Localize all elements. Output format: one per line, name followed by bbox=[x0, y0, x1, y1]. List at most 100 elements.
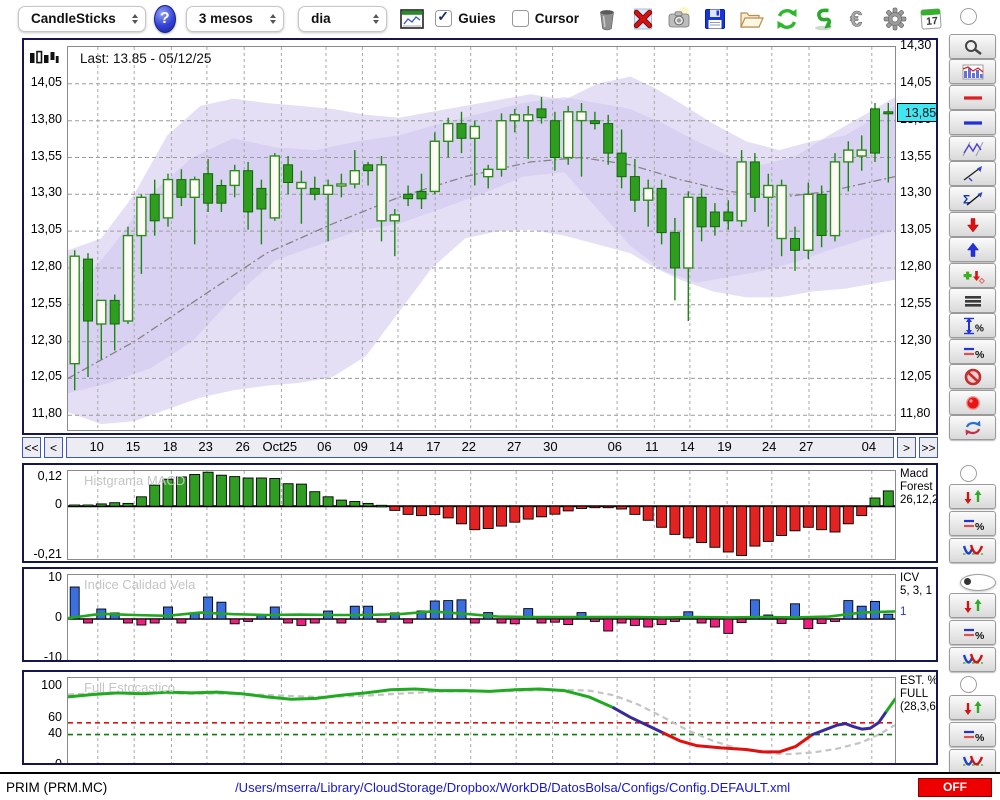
guies-checkbox[interactable]: Guies bbox=[435, 8, 496, 27]
svg-text:17: 17 bbox=[926, 15, 939, 28]
vertical-range-percent-button[interactable]: % bbox=[949, 313, 996, 338]
stochastic-settings-label: EST. % FULL (28,3,6) bbox=[900, 675, 938, 713]
candlestick-logo-icon bbox=[29, 49, 59, 72]
histogram-bar bbox=[789, 505, 801, 532]
stochastic-plot[interactable] bbox=[66, 677, 897, 763]
macd-levels-percent-button[interactable]: % bbox=[949, 511, 996, 536]
open-folder-icon[interactable] bbox=[737, 5, 765, 33]
svg-text:Σ: Σ bbox=[963, 192, 970, 206]
stochastic-updown-arrows-button[interactable] bbox=[949, 695, 996, 720]
zigzag-channel-button[interactable] bbox=[949, 136, 996, 161]
cursor-checkbox[interactable]: Cursor bbox=[511, 10, 579, 27]
candle-body bbox=[96, 299, 107, 325]
candlestick-chart bbox=[67, 47, 896, 430]
sync-icon[interactable] bbox=[809, 5, 837, 33]
trendline-button[interactable] bbox=[949, 161, 996, 186]
stochastic-radio[interactable] bbox=[960, 676, 977, 693]
scroll-next-button[interactable]: > bbox=[897, 437, 916, 458]
icv-updown-arrows-button[interactable] bbox=[949, 593, 996, 618]
refresh-icon[interactable] bbox=[773, 5, 801, 33]
icv-indicator-curves-button[interactable] bbox=[949, 647, 996, 672]
x-axis-label: 30 bbox=[543, 439, 558, 454]
histogram-bar bbox=[669, 505, 681, 535]
candlestick-plot[interactable] bbox=[67, 46, 896, 431]
off-toggle-button[interactable]: OFF bbox=[918, 777, 992, 797]
x-axis-date-strip[interactable]: 10 15 18 23 26 Oct25 06 09 14 17 22 27 30 06 11 14 19 24 2… bbox=[66, 437, 894, 458]
histogram-bar bbox=[589, 505, 601, 509]
candle-body bbox=[629, 176, 640, 201]
y-axis-label: 12,80 bbox=[900, 259, 932, 273]
candle-body bbox=[189, 178, 200, 199]
histogram-bar bbox=[603, 618, 614, 632]
histogram-bar bbox=[469, 618, 480, 624]
stochastic-levels-percent-button[interactable]: % bbox=[949, 722, 996, 747]
volume-profile-button[interactable] bbox=[949, 59, 996, 84]
interval-select[interactable]: dia bbox=[298, 5, 388, 32]
histogram-bar bbox=[203, 596, 214, 620]
histogram-bar bbox=[149, 484, 161, 507]
histogram-bar bbox=[215, 474, 227, 507]
icv-radio[interactable] bbox=[960, 574, 996, 591]
histogram-bar bbox=[283, 618, 294, 624]
save-floppy-icon[interactable] bbox=[701, 5, 729, 33]
histogram-bar bbox=[496, 618, 507, 624]
histogram-bar bbox=[722, 505, 734, 553]
arrow-down-red-button[interactable] bbox=[949, 212, 996, 237]
x-axis-label: 18 bbox=[162, 439, 178, 454]
help-button[interactable]: ? bbox=[153, 4, 176, 33]
zoom-button[interactable] bbox=[949, 34, 996, 59]
y-axis-label: 40 bbox=[48, 725, 62, 740]
x-axis-label: 09 bbox=[353, 439, 368, 454]
candle-body bbox=[643, 187, 654, 201]
icv-levels-percent-button[interactable]: % bbox=[949, 620, 996, 645]
scroll-first-button[interactable]: << bbox=[22, 437, 41, 458]
red-line-button[interactable] bbox=[949, 85, 996, 110]
y-axis-label: 60 bbox=[48, 709, 62, 724]
delete-x-icon[interactable] bbox=[629, 5, 657, 33]
add-marker-button[interactable] bbox=[949, 263, 996, 288]
calendar-icon[interactable]: 17 bbox=[917, 5, 945, 33]
chart-type-select[interactable]: CandleSticks bbox=[18, 5, 146, 32]
arrow-up-blue-button[interactable] bbox=[949, 237, 996, 262]
euro-icon[interactable]: € bbox=[845, 5, 873, 33]
macd-updown-arrows-button[interactable] bbox=[949, 484, 996, 509]
scroll-last-button[interactable]: >> bbox=[919, 437, 938, 458]
blue-line-button[interactable] bbox=[949, 110, 996, 135]
settings-gear-icon[interactable] bbox=[881, 5, 909, 33]
stochastic-indicator-curves-button[interactable] bbox=[949, 749, 996, 774]
main-chart-radio[interactable] bbox=[960, 8, 977, 25]
x-axis-label: 23 bbox=[198, 439, 213, 454]
histogram-bar bbox=[443, 600, 454, 620]
histogram-bar bbox=[669, 618, 680, 622]
period-select[interactable]: 3 mesos bbox=[185, 5, 285, 32]
trash-icon[interactable] bbox=[593, 5, 621, 33]
disable-button[interactable] bbox=[949, 364, 996, 389]
candle-body bbox=[136, 196, 147, 237]
data-rows-button[interactable] bbox=[949, 288, 996, 313]
y-axis-label: 13,30 bbox=[30, 185, 62, 200]
candle-body bbox=[162, 178, 174, 219]
levels-percent-button[interactable]: % bbox=[949, 339, 996, 364]
histogram-bar bbox=[736, 505, 748, 556]
macd-settings-label: MacdForest26,12,26 bbox=[900, 468, 938, 506]
macd-radio[interactable] bbox=[960, 465, 977, 482]
candle-body bbox=[443, 122, 454, 142]
histogram-bar bbox=[496, 505, 507, 527]
histogram-bar bbox=[295, 483, 307, 507]
candle-body bbox=[709, 211, 720, 228]
histogram-bar bbox=[416, 505, 427, 517]
macd-plot[interactable] bbox=[67, 470, 896, 560]
scroll-prev-button[interactable]: < bbox=[44, 437, 63, 458]
x-axis-label: 19 bbox=[717, 439, 732, 454]
record-button[interactable] bbox=[949, 390, 996, 415]
y-axis-label: 14,05 bbox=[30, 74, 62, 89]
histogram-bar bbox=[842, 505, 854, 525]
snapshot-camera-icon[interactable] bbox=[665, 5, 693, 33]
y-axis-label: 12,55 bbox=[30, 295, 62, 310]
histogram-bar bbox=[629, 618, 640, 626]
refresh-pair-button[interactable] bbox=[949, 415, 996, 440]
macd-indicator-curves-button[interactable] bbox=[949, 538, 996, 563]
sigma-trend-button[interactable]: Σ bbox=[949, 186, 996, 211]
candle-body bbox=[269, 155, 281, 219]
mini-chart-icon[interactable] bbox=[399, 5, 425, 33]
